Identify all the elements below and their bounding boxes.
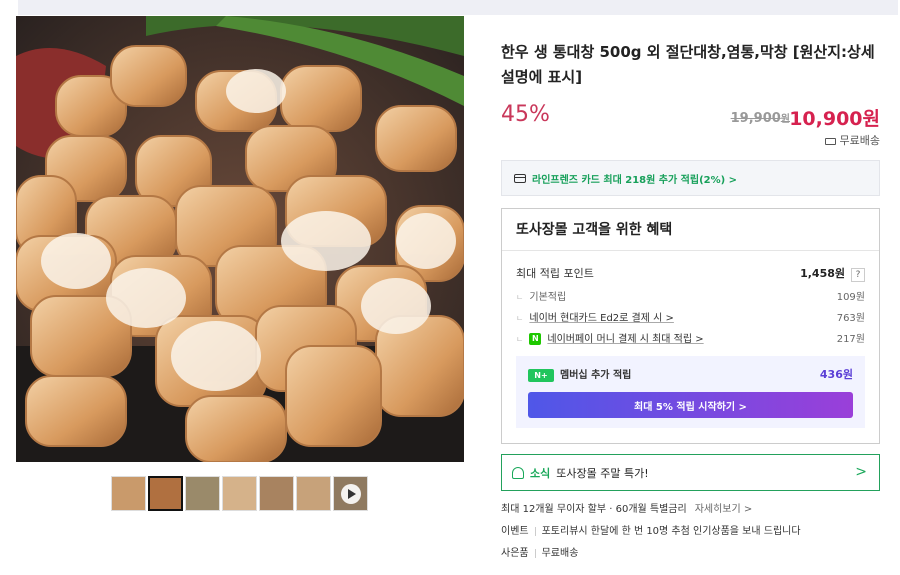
benefit-row-basic: 기본적립 109원 — [516, 285, 865, 306]
event-row: 이벤트 포토리뷰시 한달에 한 번 10명 추첨 인기상품을 보내 드립니다 — [501, 526, 801, 537]
card-promo-text: 라인프렌즈 카드 최대 218원 추가 적립(2%) > — [532, 174, 738, 186]
benefit-row-card[interactable]: 네이버 현대카드 Ed2로 결제 시 > 763원 — [516, 306, 865, 327]
thumbnail-1[interactable] — [111, 476, 146, 511]
credit-card-icon — [514, 173, 526, 183]
card-benefit-link[interactable]: 네이버 현대카드 Ed2로 결제 시 > — [529, 313, 674, 324]
membership-label: 멤버십 추가 적립 — [560, 370, 632, 382]
thumbnail-2[interactable] — [148, 476, 183, 511]
max-points-value: 1,458원 — [800, 266, 845, 280]
original-price: 19,900원 — [730, 111, 790, 126]
product-title: 한우 생 통대창 500g 외 절단대창,염통,막창 [원산지:상세설명에 표시… — [501, 43, 875, 86]
membership-start-button[interactable]: 최대 5% 적립 시작하기 > — [528, 392, 853, 418]
sale-price: 10,900원 — [789, 108, 880, 130]
naver-plus-badge: N+ — [528, 368, 554, 382]
max-points-label: 최대 적립 포인트 — [516, 267, 594, 280]
benefit-row-npay[interactable]: N네이버페이 머니 결제 시 최대 적립 > 217원 — [516, 327, 865, 348]
benefit-box: 또사장몰 고객을 위한 혜택 최대 적립 포인트 1,458원? 기본적립 10… — [501, 208, 880, 444]
max-points-row: 최대 적립 포인트 1,458원? — [516, 261, 865, 285]
bell-icon — [512, 466, 524, 479]
news-banner[interactable]: 소식 또사장몰 주말 특가! > — [501, 454, 880, 491]
card-promo-banner[interactable]: 라인프렌즈 카드 최대 218원 추가 적립(2%) > — [501, 160, 880, 196]
installment-row: 최대 12개월 무이자 할부 · 60개월 특별금리 자세히보기 > — [501, 504, 753, 515]
price-row: 45% 19,900원 10,900원 — [501, 102, 880, 138]
product-main-image — [16, 16, 464, 462]
extra-info: 최대 12개월 무이자 할부 · 60개월 특별금리 자세히보기 > 이벤트 포토리… — [501, 499, 880, 565]
gift-row: 사은품 무료배송 — [501, 548, 579, 559]
thumbnail-3[interactable] — [185, 476, 220, 511]
npay-benefit-link[interactable]: 네이버페이 머니 결제 시 최대 적립 > — [547, 334, 703, 345]
truck-icon — [824, 137, 836, 145]
thumbnail-5[interactable] — [259, 476, 294, 511]
news-text: 또사장몰 주말 특가! — [556, 466, 649, 480]
thumbnail-strip — [111, 476, 368, 511]
chevron-right-icon: > — [855, 464, 867, 480]
benefit-heading: 또사장몰 고객을 위한 혜택 — [502, 209, 879, 251]
product-info-panel: 한우 생 통대창 500g 외 절단대창,염통,막창 [원산지:상세설명에 표시… — [501, 40, 880, 565]
details-link[interactable]: 자세히보기 > — [695, 504, 753, 515]
npay-icon: N — [529, 333, 542, 345]
discount-rate: 45% — [501, 102, 550, 127]
help-button[interactable]: ? — [851, 267, 865, 282]
membership-value: 436원 — [819, 368, 853, 381]
top-strip — [18, 0, 898, 15]
thumbnail-4[interactable] — [222, 476, 257, 511]
thumbnail-video[interactable] — [333, 476, 368, 511]
membership-box: N+ 멤버십 추가 적립 436원 최대 5% 적립 시작하기 > — [516, 356, 865, 428]
play-icon — [340, 483, 361, 504]
thumbnail-6[interactable] — [296, 476, 331, 511]
news-tag: 소식 — [530, 466, 551, 480]
